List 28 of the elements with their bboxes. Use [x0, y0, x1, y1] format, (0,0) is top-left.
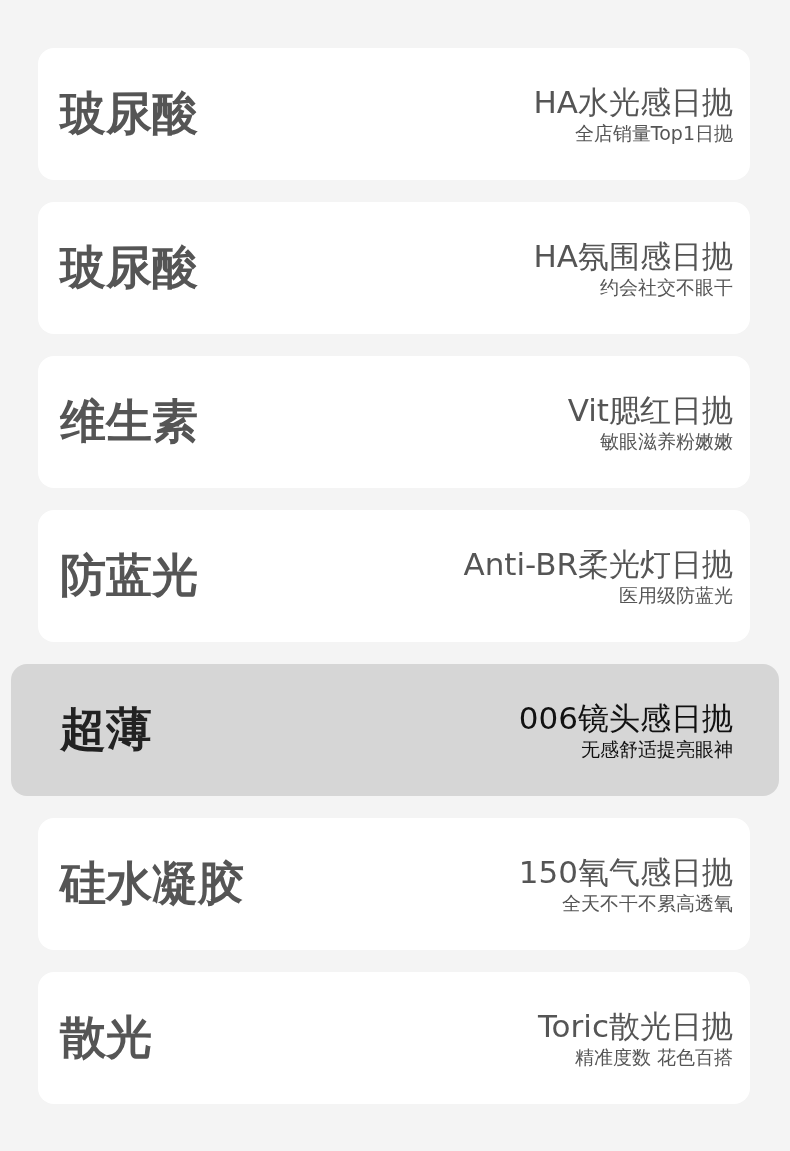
- category-card[interactable]: 玻尿酸 HA水光感日抛 全店销量Top1日抛: [38, 48, 750, 180]
- product-tagline: 敏眼滋养粉嫩嫩: [600, 429, 733, 453]
- category-card[interactable]: 散光 Toric散光日抛 精准度数 花色百搭: [38, 972, 750, 1104]
- category-card[interactable]: 超薄 006镜头感日抛 无感舒适提亮眼神: [11, 664, 779, 796]
- category-name: 维生素: [60, 393, 198, 450]
- product-tagline: 医用级防蓝光: [619, 583, 733, 607]
- product-title: Vit腮红日抛: [567, 391, 733, 429]
- category-card[interactable]: 硅水凝胶 150氧气感日抛 全天不干不累高透氧: [38, 818, 750, 950]
- product-title: HA水光感日抛: [533, 83, 733, 121]
- category-name: 玻尿酸: [60, 239, 198, 296]
- product-tagline: 精准度数 花色百搭: [574, 1045, 733, 1069]
- category-name: 防蓝光: [60, 547, 198, 604]
- category-name: 超薄: [60, 701, 152, 758]
- category-name: 散光: [60, 1009, 152, 1066]
- product-title: Anti-BR柔光灯日抛: [463, 545, 733, 583]
- category-name: 硅水凝胶: [60, 855, 244, 912]
- product-title: HA氛围感日抛: [533, 237, 733, 275]
- product-tagline: 全店销量Top1日抛: [574, 121, 733, 145]
- category-card[interactable]: 玻尿酸 HA氛围感日抛 约会社交不眼干: [38, 202, 750, 334]
- category-name: 玻尿酸: [60, 85, 198, 142]
- product-title: 006镜头感日抛: [518, 699, 733, 737]
- product-title: 150氧气感日抛: [518, 853, 733, 891]
- category-card[interactable]: 防蓝光 Anti-BR柔光灯日抛 医用级防蓝光: [38, 510, 750, 642]
- product-title: Toric散光日抛: [537, 1007, 733, 1045]
- product-tagline: 约会社交不眼干: [600, 275, 733, 299]
- category-card[interactable]: 维生素 Vit腮红日抛 敏眼滋养粉嫩嫩: [38, 356, 750, 488]
- product-tagline: 全天不干不累高透氧: [562, 891, 733, 915]
- product-tagline: 无感舒适提亮眼神: [581, 737, 733, 761]
